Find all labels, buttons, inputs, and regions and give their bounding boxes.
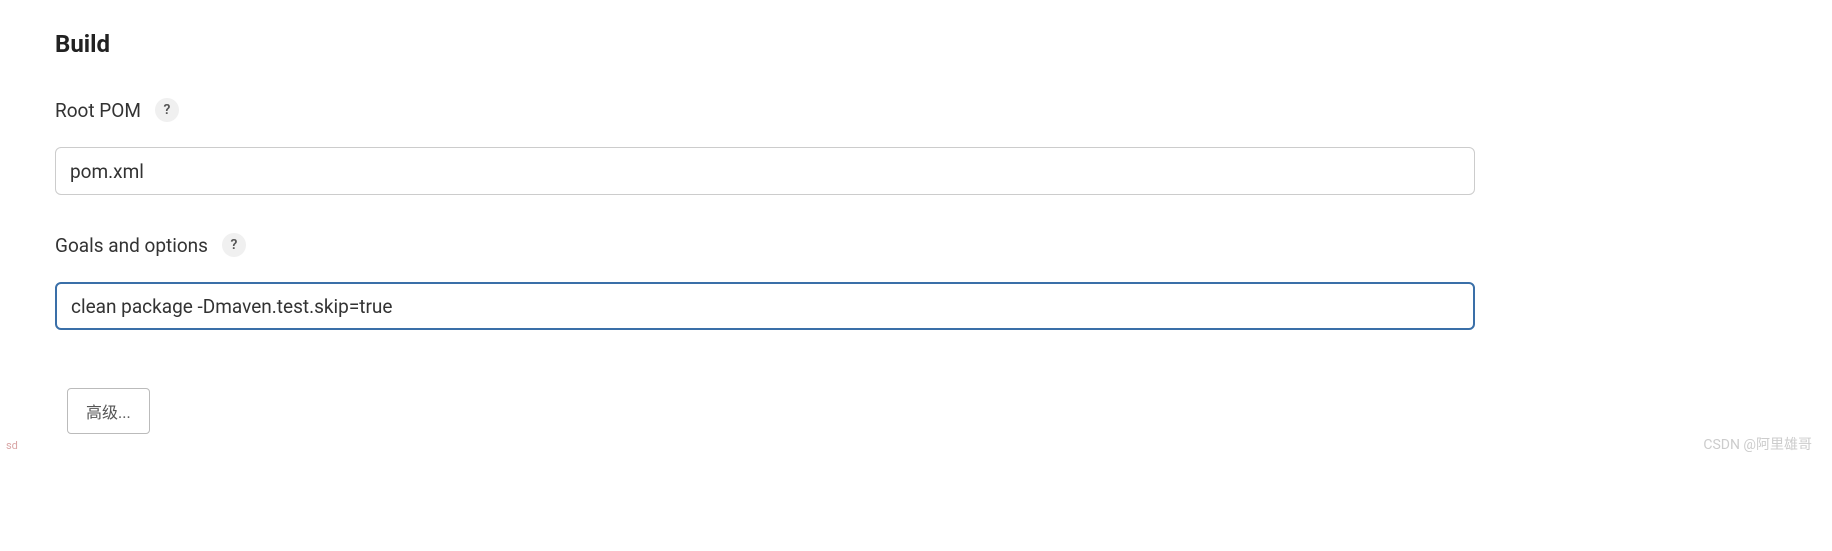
side-mark: sd bbox=[6, 439, 18, 452]
goals-options-label-row: Goals and options ? bbox=[55, 233, 1777, 257]
watermark-text: CSDN @阿里雄哥 bbox=[1703, 434, 1812, 454]
build-section-title: Build bbox=[55, 30, 1777, 58]
advanced-button[interactable]: 高级... bbox=[67, 388, 150, 434]
goals-options-input[interactable] bbox=[55, 282, 1475, 330]
root-pom-label-row: Root POM ? bbox=[55, 98, 1777, 122]
root-pom-group: Root POM ? bbox=[55, 98, 1777, 195]
help-icon[interactable]: ? bbox=[155, 98, 179, 122]
root-pom-input[interactable] bbox=[55, 147, 1475, 195]
help-icon[interactable]: ? bbox=[222, 233, 246, 257]
root-pom-label: Root POM bbox=[55, 99, 141, 122]
goals-options-group: Goals and options ? bbox=[55, 233, 1777, 330]
goals-options-label: Goals and options bbox=[55, 234, 208, 257]
